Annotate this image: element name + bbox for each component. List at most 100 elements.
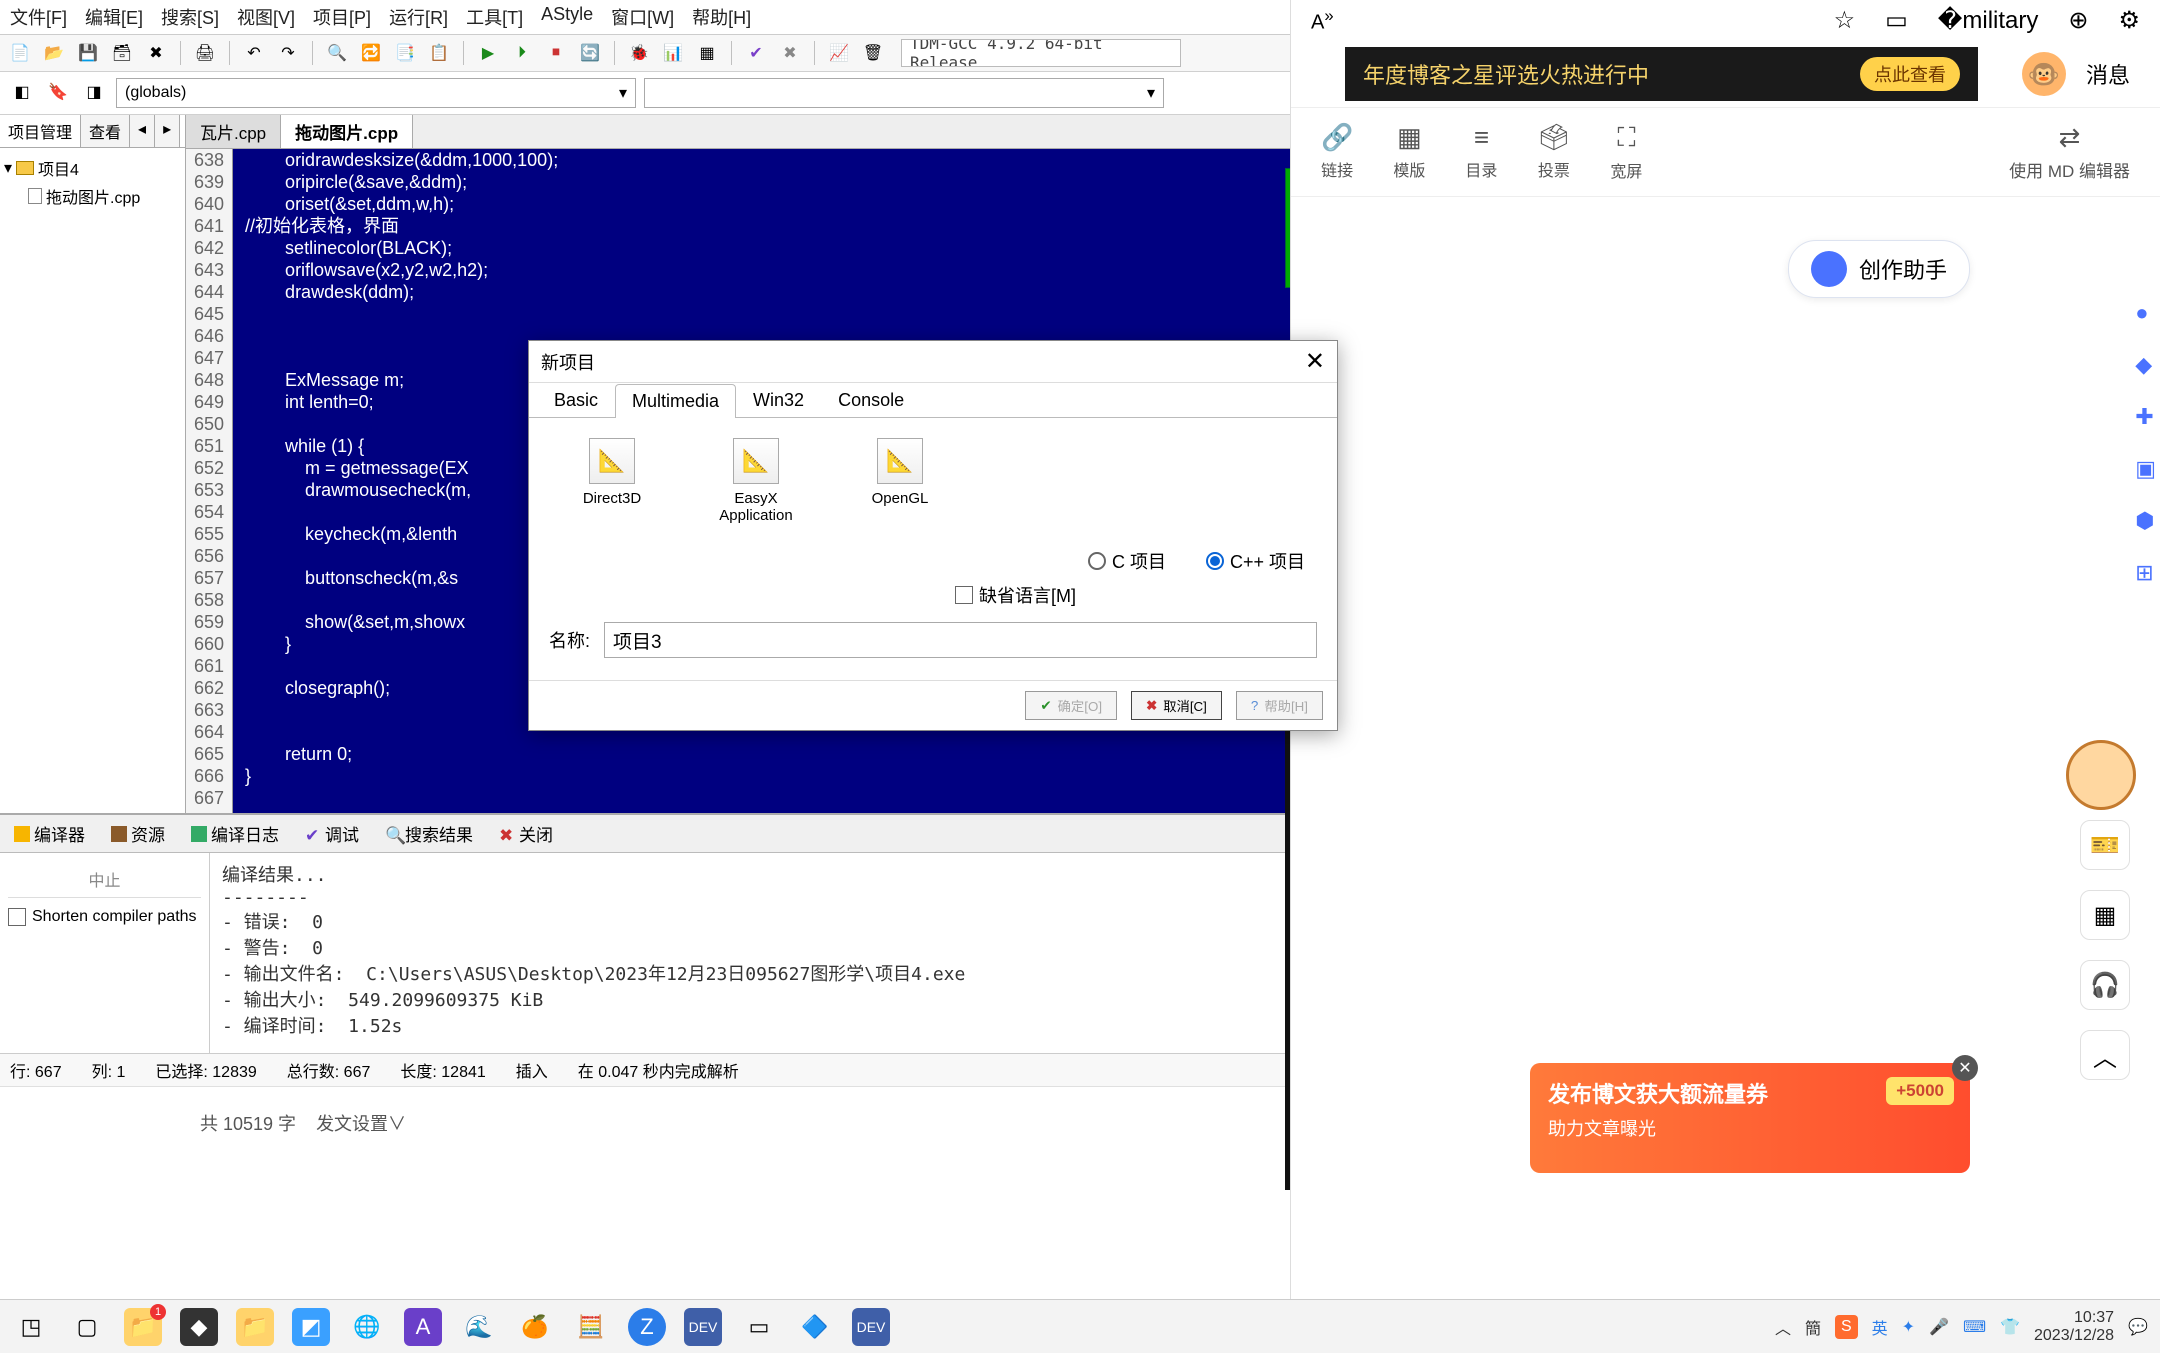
- tab-project-manager[interactable]: 项目管理: [0, 115, 81, 147]
- back-to-top-icon[interactable]: ︿: [2080, 1030, 2130, 1080]
- run-icon[interactable]: ⏵: [508, 39, 536, 67]
- tray-notification-icon[interactable]: 💬: [2128, 1317, 2148, 1337]
- star-icon[interactable]: ☆: [1834, 6, 1856, 35]
- app-icon-2[interactable]: 📁: [236, 1308, 274, 1346]
- promo-banner[interactable]: 年度博客之星评选火热进行中 点此查看: [1345, 47, 1978, 101]
- menu-tools[interactable]: 工具[T]: [466, 4, 523, 30]
- cancel-icon[interactable]: ✖: [776, 39, 804, 67]
- mascot-avatar[interactable]: [2066, 740, 2136, 810]
- messages-link[interactable]: 消息: [2086, 58, 2130, 90]
- tray-mic-icon[interactable]: 🎤: [1929, 1317, 1949, 1337]
- template-easyx[interactable]: 📐EasyX Application: [701, 438, 811, 524]
- code-content[interactable]: oridrawdesksize(&ddm,1000,100); oripircl…: [233, 149, 558, 813]
- close-file-icon[interactable]: ✖: [142, 39, 170, 67]
- dialog-ok-button[interactable]: ✔确定[O]: [1025, 691, 1117, 720]
- tray-keyboard-icon[interactable]: ⌨: [1963, 1317, 1986, 1337]
- tray-input-icon[interactable]: ✦: [1902, 1317, 1915, 1337]
- members-dropdown[interactable]: ▾: [644, 78, 1164, 108]
- app-icon-1[interactable]: ◆: [180, 1308, 218, 1346]
- menu-run[interactable]: 运行[R]: [389, 4, 448, 30]
- save-icon[interactable]: 💾: [74, 39, 102, 67]
- tray-sogou-icon[interactable]: S: [1835, 1315, 1858, 1339]
- edge-icon-6[interactable]: ⊞: [2135, 560, 2156, 586]
- btab-compile-log[interactable]: 编译日志: [185, 819, 285, 848]
- search-files-icon[interactable]: 📑: [391, 39, 419, 67]
- edge-icon-3[interactable]: ✚: [2135, 404, 2156, 430]
- app-icon-calc[interactable]: 🧮: [572, 1308, 610, 1346]
- edge-icon-2[interactable]: ◆: [2135, 352, 2156, 378]
- check-icon[interactable]: ✔: [742, 39, 770, 67]
- menu-help[interactable]: 帮助[H]: [692, 4, 751, 30]
- menu-file[interactable]: 文件[F]: [10, 4, 67, 30]
- tree-file[interactable]: 拖动图片.cpp: [4, 182, 181, 210]
- bookmark-icon[interactable]: 🔖: [44, 78, 72, 106]
- dialog-cancel-button[interactable]: ✖取消[C]: [1131, 691, 1222, 720]
- app-icon-fl[interactable]: 🍊: [516, 1308, 554, 1346]
- btab-search-results[interactable]: 🔍搜索结果: [379, 819, 479, 848]
- goto-icon[interactable]: 📋: [425, 39, 453, 67]
- favorites-icon[interactable]: �military: [1938, 6, 2039, 35]
- edge-icon[interactable]: 🌊: [460, 1308, 498, 1346]
- tray-lang-icon[interactable]: 簡: [1805, 1315, 1821, 1339]
- compile-run-icon[interactable]: ⏹: [542, 39, 570, 67]
- dlg-tab-basic[interactable]: Basic: [537, 383, 615, 417]
- radio-cpp-project[interactable]: C++ 项目: [1206, 548, 1305, 574]
- replace-icon[interactable]: 🔁: [357, 39, 385, 67]
- new-file-icon[interactable]: 📄: [6, 39, 34, 67]
- dlg-tab-win32[interactable]: Win32: [736, 383, 821, 417]
- tab-view[interactable]: 查看: [81, 115, 130, 147]
- edge-icon-5[interactable]: ⬢: [2135, 508, 2156, 534]
- tool-vote[interactable]: 🗳投票: [1537, 122, 1570, 182]
- shorten-paths-checkbox[interactable]: Shorten compiler paths: [8, 908, 201, 926]
- coupon-icon[interactable]: 🎫: [2080, 820, 2130, 870]
- dlg-tab-console[interactable]: Console: [821, 383, 921, 417]
- ai-assistant-pill[interactable]: 创作助手: [1788, 240, 1970, 298]
- devcpp-icon-2[interactable]: DEV: [852, 1308, 890, 1346]
- open-icon[interactable]: 📂: [40, 39, 68, 67]
- tab-nav-left-icon[interactable]: ◂: [130, 115, 155, 147]
- tray-shirt-icon[interactable]: 👕: [2000, 1317, 2020, 1337]
- extensions-icon[interactable]: ⚙: [2118, 6, 2140, 35]
- qrcode-icon[interactable]: ▦: [2080, 890, 2130, 940]
- app-icon-3[interactable]: ◩: [292, 1308, 330, 1346]
- menu-search[interactable]: 搜索[S]: [161, 4, 219, 30]
- menu-edit[interactable]: 编辑[E]: [85, 4, 143, 30]
- btab-compiler[interactable]: 编译器: [8, 819, 91, 848]
- collections-icon[interactable]: ⊕: [2068, 6, 2088, 35]
- redo-icon[interactable]: ↷: [274, 39, 302, 67]
- radio-c-project[interactable]: C 项目: [1088, 548, 1166, 574]
- use-md-editor[interactable]: 使用 MD 编辑器: [2009, 157, 2130, 182]
- file-tab-2[interactable]: 拖动图片.cpp: [281, 115, 413, 148]
- template-direct3d[interactable]: 📐Direct3D: [557, 438, 667, 524]
- menu-view[interactable]: 视图[V]: [237, 4, 295, 30]
- stop-button[interactable]: 中止: [8, 861, 201, 898]
- find-icon[interactable]: 🔍: [323, 39, 351, 67]
- tab-nav-right-icon[interactable]: ▸: [155, 115, 180, 147]
- reading-list-icon[interactable]: ▭: [1885, 6, 1908, 35]
- dialog-close-icon[interactable]: ✕: [1305, 347, 1325, 376]
- undo-icon[interactable]: ↶: [240, 39, 268, 67]
- explorer-icon[interactable]: 📁: [124, 1308, 162, 1346]
- menu-astyle[interactable]: AStyle: [541, 4, 593, 30]
- debug-icon[interactable]: 🐞: [625, 39, 653, 67]
- layout-icon[interactable]: ▦: [693, 39, 721, 67]
- globals-dropdown[interactable]: (globals)▾: [116, 78, 636, 108]
- edge-icon-1[interactable]: ●: [2135, 300, 2156, 326]
- zoom-icon[interactable]: Z: [628, 1308, 666, 1346]
- tray-ime[interactable]: 英: [1872, 1315, 1888, 1339]
- task-view-icon[interactable]: ▢: [68, 1308, 106, 1346]
- publish-settings[interactable]: 发文设置∨: [316, 1110, 406, 1136]
- banner-cta-button[interactable]: 点此查看: [1860, 57, 1960, 91]
- tool-template[interactable]: ▦模版: [1393, 122, 1425, 182]
- app-icon-purple[interactable]: A: [404, 1308, 442, 1346]
- print-icon[interactable]: 🖨: [191, 39, 219, 67]
- menu-project[interactable]: 项目[P]: [313, 4, 371, 30]
- btab-close[interactable]: ✖关闭: [493, 819, 559, 848]
- tool-widescreen[interactable]: ⛶宽屏: [1610, 122, 1642, 182]
- edge-icon-4[interactable]: ▣: [2135, 456, 2156, 482]
- panel-toggle-icon[interactable]: ◧: [8, 78, 36, 106]
- profile-icon[interactable]: 📊: [659, 39, 687, 67]
- headset-icon[interactable]: 🎧: [2080, 960, 2130, 1010]
- btab-resources[interactable]: 资源: [105, 819, 171, 848]
- chart-icon[interactable]: 📈: [825, 39, 853, 67]
